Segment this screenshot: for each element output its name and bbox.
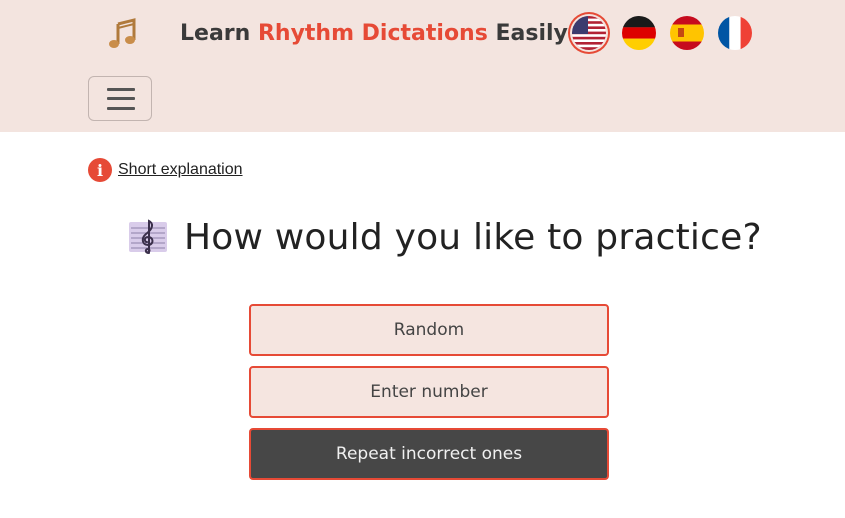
treble-clef-icon — [128, 217, 168, 257]
french-flag-icon[interactable] — [718, 16, 752, 50]
menu-bar-line — [107, 107, 135, 110]
site-title-accent: Rhythm Dictations — [257, 21, 488, 46]
explanation-row: i Short explanation — [88, 157, 243, 183]
repeat-incorrect-option-button[interactable]: Repeat incorrect ones — [249, 428, 609, 480]
menu-bar-line — [107, 88, 135, 91]
site-title-part2: Easily — [487, 21, 568, 46]
short-explanation-link[interactable]: Short explanation — [118, 161, 243, 179]
menu-bar-line — [107, 97, 135, 100]
header-bar: Learn Rhythm Dictations Easily — [0, 0, 845, 132]
us-flag-icon[interactable] — [572, 16, 606, 50]
language-selector — [572, 16, 756, 52]
site-title-part1: Learn — [180, 21, 258, 46]
site-title[interactable]: Learn Rhythm Dictations Easily — [180, 21, 568, 51]
page-title: How would you like to practice? — [184, 216, 762, 258]
random-option-button[interactable]: Random — [249, 304, 609, 356]
hamburger-menu-icon[interactable] — [88, 76, 152, 121]
music-notes-icon[interactable] — [108, 18, 138, 50]
spanish-flag-icon[interactable] — [670, 16, 704, 50]
german-flag-icon[interactable] — [622, 16, 656, 50]
page-heading: How would you like to practice? — [128, 210, 762, 264]
enter-number-option-button[interactable]: Enter number — [249, 366, 609, 418]
info-icon: i — [88, 158, 112, 182]
